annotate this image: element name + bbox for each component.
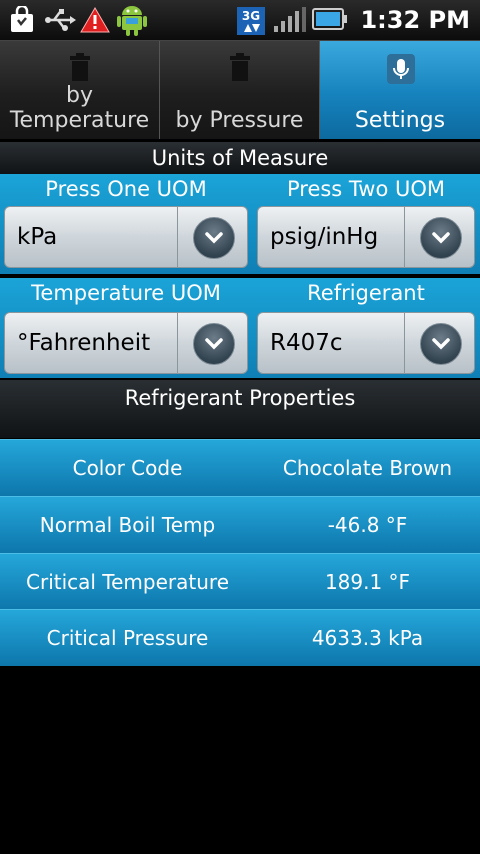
trash-icon	[226, 53, 254, 83]
temp-uom-value: °Fahrenheit	[17, 330, 151, 356]
chevron-down-icon[interactable]	[420, 217, 462, 259]
units-title: Units of Measure	[151, 146, 329, 170]
press-two-dropdown[interactable]: psig/inHg	[257, 206, 475, 268]
temp-uom-label: Temperature UOM	[31, 281, 221, 305]
shopping-bag-icon	[8, 4, 36, 34]
press-two-label: Press Two UOM	[286, 177, 445, 201]
press-one-label: Press One UOM	[45, 177, 207, 201]
temp-refrigerant-band: Temperature UOM Refrigerant °Fahrenheit …	[0, 278, 480, 378]
property-name: Normal Boil Temp	[39, 513, 216, 537]
temp-uom-dropdown[interactable]: °Fahrenheit	[4, 312, 248, 374]
property-row-normal-boil-temp: Normal Boil Temp -46.8 °F	[0, 496, 480, 553]
press-one-value: kPa	[17, 224, 58, 250]
signal-icon	[272, 6, 307, 34]
tab-settings[interactable]: Settings	[320, 41, 480, 139]
android-icon	[116, 3, 148, 37]
svg-text:3G: 3G	[242, 9, 260, 23]
refrigerant-value: R407c	[270, 330, 343, 356]
tab-by-temperature[interactable]: by Temperature	[0, 41, 160, 139]
3g-icon: 3G	[236, 6, 266, 35]
press-uom-band: Press One UOM Press Two UOM kPa psig/inH…	[0, 174, 480, 274]
warning-icon	[80, 6, 110, 34]
usb-icon	[44, 6, 76, 34]
properties-title: Refrigerant Properties	[124, 386, 356, 410]
tab-bar: by Temperature by Pressure Settings	[0, 41, 480, 139]
refrigerant-dropdown[interactable]: R407c	[257, 312, 475, 374]
property-value: 4633.3 kPa	[311, 626, 424, 650]
property-row-critical-pressure: Critical Pressure 4633.3 kPa	[0, 609, 480, 666]
press-two-value: psig/inHg	[270, 224, 379, 250]
tab-label: Settings	[354, 108, 446, 133]
refrigerant-label: Refrigerant	[307, 281, 425, 305]
property-value: 189.1 °F	[324, 570, 411, 594]
property-name: Color Code	[72, 456, 183, 480]
property-value: -46.8 °F	[327, 513, 408, 537]
property-name: Critical Pressure	[46, 626, 209, 650]
property-row-critical-temperature: Critical Temperature 189.1 °F	[0, 553, 480, 610]
chevron-down-icon[interactable]	[193, 217, 235, 259]
status-time: 1:32 PM	[360, 6, 470, 34]
trash-icon	[66, 53, 94, 83]
property-value: Chocolate Brown	[282, 456, 453, 480]
property-row-color-code: Color Code Chocolate Brown	[0, 439, 480, 496]
properties-header: Refrigerant Properties	[0, 380, 480, 438]
chevron-down-icon[interactable]	[193, 323, 235, 365]
units-header: Units of Measure	[0, 142, 480, 174]
microphone-icon	[386, 53, 415, 84]
tab-label: by Temperature	[9, 83, 150, 133]
tab-label: by Pressure	[175, 108, 304, 133]
tab-by-pressure[interactable]: by Pressure	[160, 41, 320, 139]
press-one-dropdown[interactable]: kPa	[4, 206, 248, 268]
chevron-down-icon[interactable]	[420, 323, 462, 365]
status-bar: 3G 1:32 PM	[0, 0, 480, 41]
battery-icon	[312, 6, 348, 34]
property-name: Critical Temperature	[26, 570, 229, 594]
